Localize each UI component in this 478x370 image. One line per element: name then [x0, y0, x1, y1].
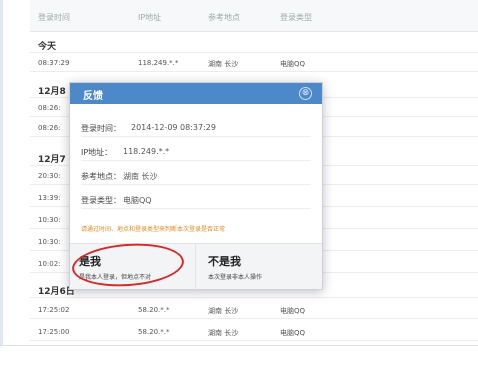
- field-label: 参考地点：: [81, 172, 121, 181]
- row-ip: 58.20.*.*: [138, 306, 170, 314]
- feedback-dialog: 反馈 ⊗ 登录时间： 2014-12-09 08:37:29 IP地址： 118…: [69, 82, 323, 290]
- row-location: 湖南 长沙: [208, 307, 239, 315]
- field-value: 2014-12-09 08:37:29: [131, 123, 216, 132]
- group-header-today: 今天: [30, 33, 478, 53]
- row-location: 湖南 长沙: [208, 60, 239, 68]
- row-type: 电脑QQ: [280, 307, 306, 315]
- row-time: 10:30:: [38, 238, 61, 246]
- its-me-title: 是我: [79, 255, 101, 268]
- field-login-type: 登录类型： 电脑QQ: [81, 187, 311, 209]
- dialog-header: 反馈 ⊗: [70, 83, 322, 104]
- its-me-button[interactable]: 是我 是我本人登录，但地点不对: [70, 244, 196, 290]
- dialog-title: 反馈: [83, 91, 103, 102]
- field-value: 电脑QQ: [123, 196, 152, 205]
- field-login-time: 登录时间： 2014-12-09 08:37:29: [81, 115, 311, 137]
- close-icon[interactable]: ⊗: [299, 87, 312, 100]
- row-time: 17:25:02: [38, 306, 70, 314]
- left-accent-bar: [0, 0, 3, 345]
- header-ip: IP地址: [138, 13, 162, 22]
- field-label: IP地址：: [81, 148, 113, 157]
- row-time: 10:30:: [38, 216, 61, 224]
- table-row: 08:37:29 118.249.*.* 湖南 长沙 电脑QQ: [30, 53, 478, 72]
- header-location: 参考地点: [208, 13, 240, 22]
- bottom-divider: [0, 345, 478, 346]
- not-me-button[interactable]: 不是我 本次登录非本人操作: [196, 244, 322, 290]
- field-label: 登录时间：: [81, 124, 121, 133]
- table-row: 17:25:00 58.20.*.* 湖南 长沙 电脑QQ: [30, 322, 478, 341]
- its-me-description: 是我本人登录，但地点不对: [79, 274, 152, 281]
- row-location: 湖南 长沙: [208, 329, 239, 337]
- group-label: 12月8: [38, 87, 66, 97]
- row-time: 08:26:: [38, 124, 61, 132]
- group-label: 12月7: [38, 155, 66, 165]
- judgement-notice: 请通过时间、地点和登录类型来判断本次登录是否正常: [81, 226, 226, 233]
- row-time: 08:37:29: [38, 59, 70, 67]
- header-login-type: 登录类型: [280, 13, 312, 22]
- field-ip: IP地址： 118.249.*.*: [81, 139, 311, 161]
- row-type: 电脑QQ: [280, 329, 306, 337]
- row-time: 08:26:: [38, 104, 61, 112]
- row-time: 10:02:: [38, 260, 61, 268]
- not-me-description: 本次登录非本人操作: [208, 274, 263, 281]
- table-header: 登录时间 IP地址 参考地点 登录类型: [30, 0, 478, 32]
- table-row: 17:25:02 58.20.*.* 湖南 长沙 电脑QQ: [30, 300, 478, 319]
- field-location: 参考地点： 湖南 长沙: [81, 163, 311, 185]
- row-ip: 118.249.*.*: [138, 59, 179, 67]
- field-label: 登录类型：: [81, 196, 121, 205]
- field-value: 湖南 长沙: [123, 172, 158, 181]
- row-time: 17:25:00: [38, 328, 70, 336]
- login-history-page: 登录时间 IP地址 参考地点 登录类型 今天 08:37:29 118.249.…: [0, 0, 478, 370]
- not-me-title: 不是我: [208, 255, 241, 268]
- group-label: 今天: [38, 42, 57, 52]
- row-time: 13:39:: [38, 194, 61, 202]
- choice-area: 是我 是我本人登录，但地点不对 不是我 本次登录非本人操作: [70, 243, 322, 290]
- row-type: 电脑QQ: [280, 60, 306, 68]
- header-login-time: 登录时间: [38, 13, 70, 22]
- field-value: 118.249.*.*: [123, 147, 170, 156]
- row-ip: 58.20.*.*: [138, 328, 170, 336]
- row-time: 20:30:: [38, 172, 61, 180]
